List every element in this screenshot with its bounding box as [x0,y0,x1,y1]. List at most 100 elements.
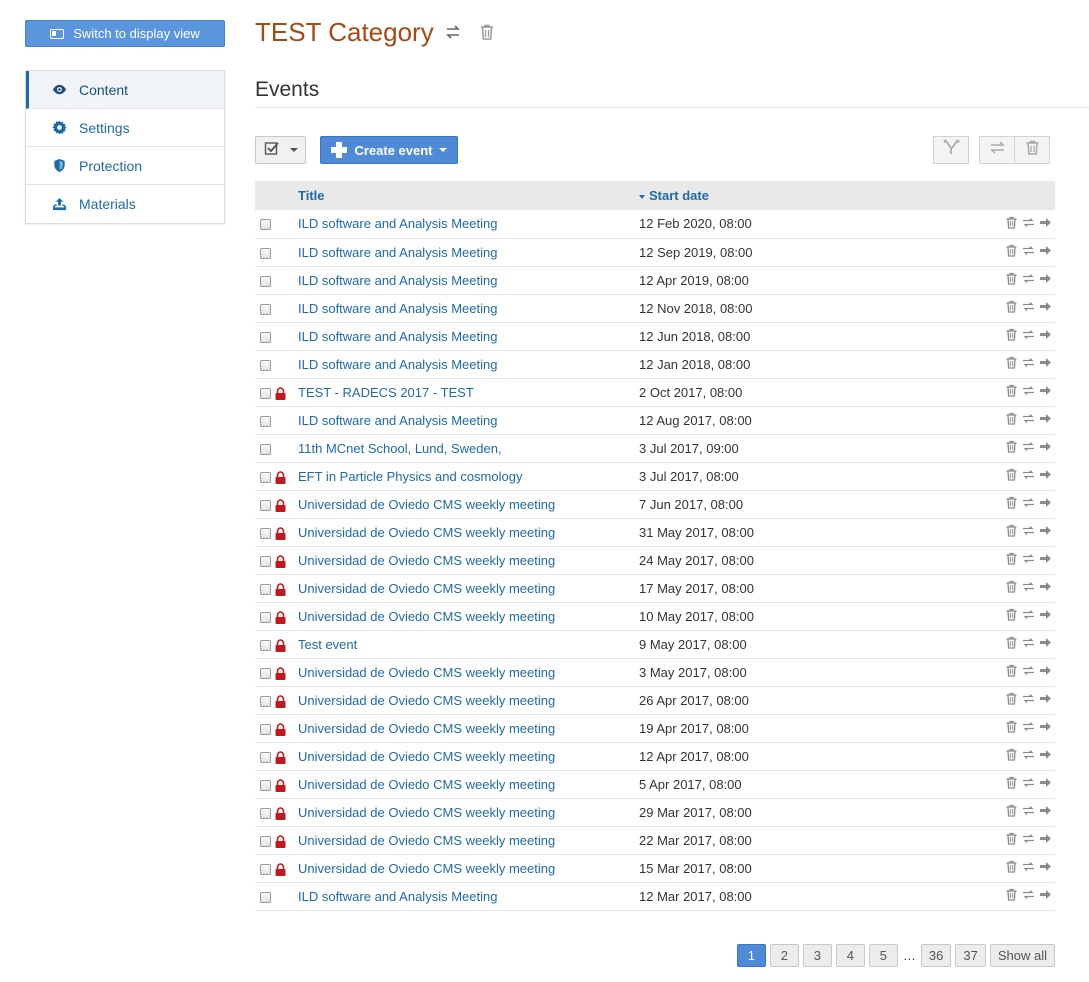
page-button-2[interactable]: 2 [769,944,799,967]
move-arrows-icon[interactable] [1021,580,1036,594]
trash-icon[interactable] [1004,244,1019,258]
event-title-link[interactable]: Universidad de Oviedo CMS weekly meeting [298,777,555,792]
row-checkbox[interactable] [260,275,271,287]
event-title-link[interactable]: Universidad de Oviedo CMS weekly meeting [298,693,555,708]
trash-icon[interactable] [1004,496,1019,510]
move-arrows-icon[interactable] [1021,692,1036,706]
arrow-right-icon[interactable] [1038,496,1053,510]
page-button-3[interactable]: 3 [802,944,832,967]
row-checkbox[interactable] [260,583,271,595]
arrow-right-icon[interactable] [1038,860,1053,874]
trash-icon[interactable] [478,17,496,48]
trash-icon[interactable] [1004,608,1019,622]
trash-icon[interactable] [1004,860,1019,874]
event-title-link[interactable]: EFT in Particle Physics and cosmology [298,469,522,484]
trash-icon[interactable] [1004,776,1019,790]
event-title-link[interactable]: 11th MCnet School, Lund, Sweden, [298,441,502,456]
event-title-link[interactable]: Universidad de Oviedo CMS weekly meeting [298,749,555,764]
show-all-button[interactable]: Show all [989,944,1055,967]
arrow-right-icon[interactable] [1038,664,1053,678]
row-checkbox[interactable] [260,527,271,539]
arrow-right-icon[interactable] [1038,636,1053,650]
move-arrows-icon[interactable] [1021,496,1036,510]
arrow-right-icon[interactable] [1038,384,1053,398]
trash-icon[interactable] [1004,664,1019,678]
row-checkbox[interactable] [260,555,271,567]
arrow-right-icon[interactable] [1038,776,1053,790]
trash-icon[interactable] [1004,888,1019,902]
arrow-right-icon[interactable] [1038,748,1053,762]
row-checkbox[interactable] [260,219,271,231]
arrow-right-icon[interactable] [1038,244,1053,258]
page-button-36[interactable]: 36 [920,944,952,967]
trash-icon[interactable] [1004,468,1019,482]
trash-icon[interactable] [1004,552,1019,566]
move-arrows-icon[interactable] [1021,216,1036,230]
column-header-start-date[interactable]: Start date [639,181,939,210]
trash-icon[interactable] [1004,440,1019,454]
trash-icon[interactable] [1004,356,1019,370]
event-title-link[interactable]: ILD software and Analysis Meeting [298,216,497,231]
trash-icon[interactable] [1004,748,1019,762]
trash-icon[interactable] [1004,580,1019,594]
arrow-right-icon[interactable] [1038,328,1053,342]
row-checkbox[interactable] [260,751,271,763]
row-checkbox[interactable] [260,443,271,455]
sidebar-item-content[interactable]: Content [26,71,224,109]
event-title-link[interactable]: Universidad de Oviedo CMS weekly meeting [298,609,555,624]
move-arrows-icon[interactable] [1021,748,1036,762]
row-checkbox[interactable] [260,667,271,679]
event-title-link[interactable]: ILD software and Analysis Meeting [298,413,497,428]
page-button-37[interactable]: 37 [955,944,986,967]
row-checkbox[interactable] [260,639,271,651]
move-arrows-icon[interactable] [1021,608,1036,622]
arrow-right-icon[interactable] [1038,524,1053,538]
move-arrows-icon[interactable] [1021,888,1036,902]
row-checkbox[interactable] [260,863,271,875]
move-arrows-icon[interactable] [1021,356,1036,370]
event-title-link[interactable]: Universidad de Oviedo CMS weekly meeting [298,861,555,876]
arrow-right-icon[interactable] [1038,412,1053,426]
event-title-link[interactable]: ILD software and Analysis Meeting [298,245,497,260]
event-title-link[interactable]: ILD software and Analysis Meeting [298,329,497,344]
event-title-link[interactable]: Test event [298,637,357,652]
trash-icon[interactable] [1004,524,1019,538]
arrow-right-icon[interactable] [1038,804,1053,818]
row-checkbox[interactable] [260,695,271,707]
trash-icon[interactable] [1004,692,1019,706]
arrow-right-icon[interactable] [1038,468,1053,482]
trash-icon[interactable] [1004,384,1019,398]
move-arrows-icon[interactable] [1021,524,1036,538]
arrow-right-icon[interactable] [1038,272,1053,286]
move-arrows-icon[interactable] [1021,776,1036,790]
event-title-link[interactable]: Universidad de Oviedo CMS weekly meeting [298,805,555,820]
page-button-1[interactable]: 1 [736,944,766,967]
arrow-right-icon[interactable] [1038,440,1053,454]
move-arrows-icon[interactable] [1021,272,1036,286]
arrow-right-icon[interactable] [1038,608,1053,622]
move-arrows-icon[interactable] [1021,720,1036,734]
row-checkbox[interactable] [260,387,271,399]
move-arrows-icon[interactable] [1021,636,1036,650]
event-title-link[interactable]: ILD software and Analysis Meeting [298,889,497,904]
row-checkbox[interactable] [260,779,271,791]
row-checkbox[interactable] [260,807,271,819]
trash-icon[interactable] [1004,328,1019,342]
trash-icon[interactable] [1004,832,1019,846]
select-rows-dropdown[interactable] [255,136,306,164]
arrow-right-icon[interactable] [1038,720,1053,734]
move-arrows-icon[interactable] [1021,300,1036,314]
move-arrows-icon[interactable] [444,17,462,48]
arrow-right-icon[interactable] [1038,356,1053,370]
sidebar-item-settings[interactable]: Settings [26,109,224,147]
row-checkbox[interactable] [260,331,271,343]
arrow-right-icon[interactable] [1038,552,1053,566]
event-title-link[interactable]: Universidad de Oviedo CMS weekly meeting [298,833,555,848]
row-checkbox[interactable] [260,471,271,483]
row-checkbox[interactable] [260,835,271,847]
event-title-link[interactable]: ILD software and Analysis Meeting [298,273,497,288]
move-arrows-icon[interactable] [1021,468,1036,482]
row-checkbox[interactable] [260,303,271,315]
switch-to-display-view-button[interactable]: Switch to display view [25,20,225,47]
trash-icon[interactable] [1004,216,1019,230]
